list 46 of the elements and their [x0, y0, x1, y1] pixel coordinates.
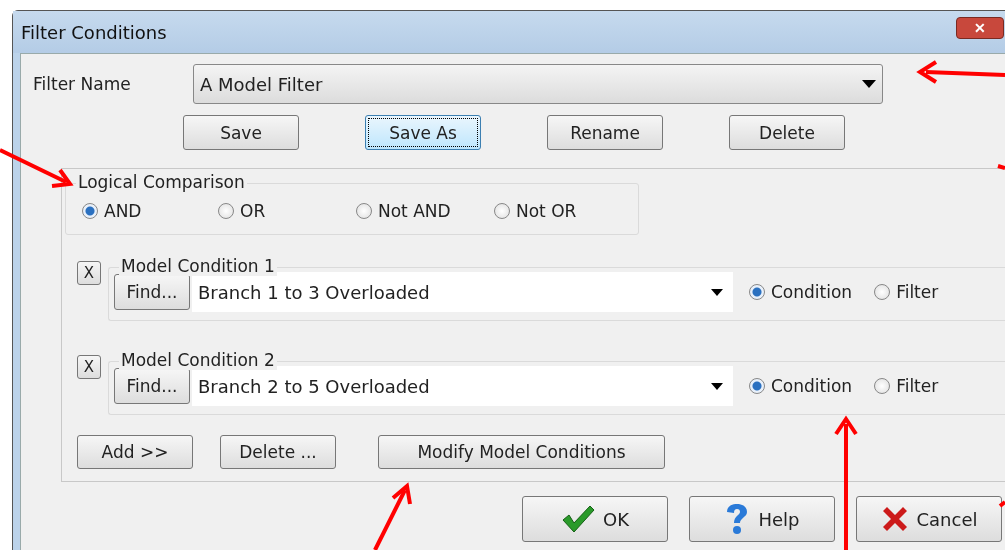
radio-label: AND — [104, 201, 142, 221]
filter-button[interactable]: Delete — [729, 115, 845, 150]
remove-button[interactable]: X — [77, 355, 101, 379]
radio-option[interactable]: Not OR — [494, 201, 577, 221]
remove-button[interactable]: X — [77, 261, 101, 285]
caret-icon — [711, 382, 723, 390]
ok-button[interactable]: OK — [522, 496, 668, 542]
group-legend: Model Condition 2 — [119, 350, 277, 370]
checkmark-icon — [561, 504, 595, 534]
radio-label: OR — [240, 201, 266, 221]
filter-button[interactable]: Save — [183, 115, 299, 150]
radio-label: Not OR — [516, 201, 577, 221]
radio-option[interactable]: Filter — [874, 376, 939, 396]
caret-icon — [711, 288, 723, 296]
cancel-button[interactable]: Cancel — [856, 496, 1002, 542]
find-button[interactable]: Find... — [114, 368, 190, 404]
group-legend: Logical Comparison — [76, 172, 247, 192]
radio-option[interactable]: AND — [82, 201, 218, 221]
filter-name-dropdown[interactable]: A Model Filter — [193, 64, 883, 104]
condition-dropdown[interactable]: Branch 2 to 5 Overloaded — [192, 366, 733, 406]
radio-label: Not AND — [378, 201, 451, 221]
annotation-arrow — [373, 482, 412, 550]
find-button[interactable]: Find... — [114, 274, 190, 310]
radio-option[interactable]: Condition — [749, 376, 853, 396]
close-button[interactable]: ✕ — [956, 17, 1004, 39]
filter-button[interactable]: Save As — [365, 115, 481, 150]
radio-label: Filter — [896, 376, 939, 396]
filter-name-label: Filter Name — [33, 74, 132, 94]
window-title: Filter Conditions — [21, 21, 167, 43]
radio-option[interactable]: Filter — [874, 282, 939, 302]
radio-label: Condition — [771, 376, 853, 396]
group-legend: Model Condition 1 — [119, 256, 277, 276]
condition-action-button[interactable]: Modify Model Conditions — [378, 435, 665, 469]
condition-action-button[interactable]: Delete ... — [220, 435, 336, 469]
help-button[interactable]: Help — [689, 496, 835, 542]
radio-label: Condition — [771, 282, 853, 302]
leader-line — [997, 164, 1005, 170]
filter-button[interactable]: Rename — [547, 115, 663, 150]
radio-option[interactable]: Not AND — [356, 201, 494, 221]
caret-icon — [862, 80, 876, 88]
radio-label: Filter — [896, 282, 939, 302]
leader-line — [998, 500, 1005, 508]
condition-dropdown[interactable]: Branch 1 to 3 Overloaded — [192, 272, 733, 312]
radio-option[interactable]: Condition — [749, 282, 853, 302]
condition-action-button[interactable]: Add >> — [77, 435, 193, 469]
radio-option[interactable]: OR — [218, 201, 356, 221]
